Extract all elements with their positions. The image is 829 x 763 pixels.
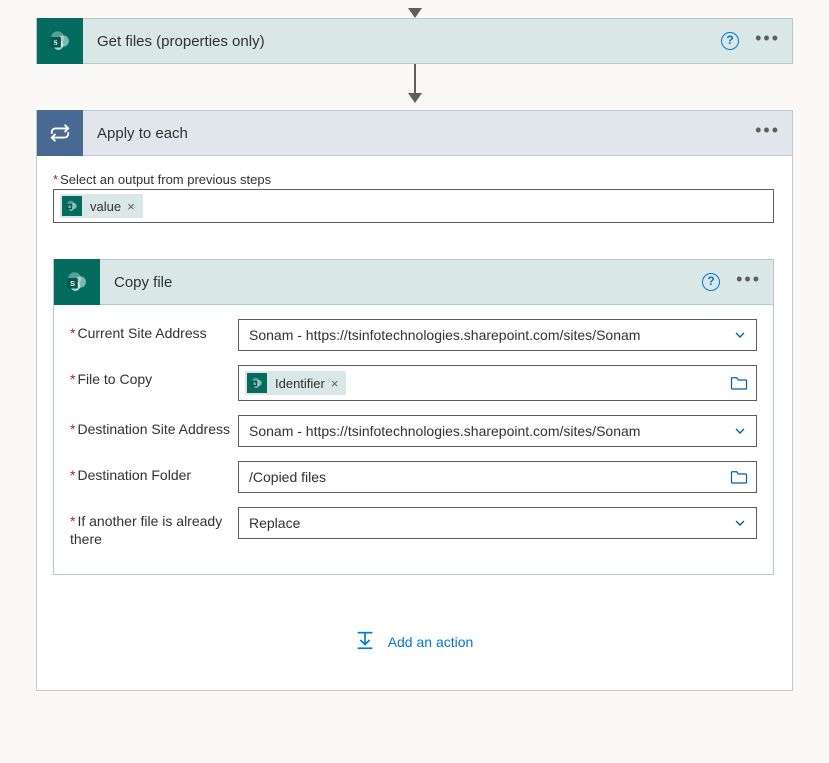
more-menu-icon[interactable]: ••• <box>755 121 780 145</box>
loop-icon <box>37 110 83 156</box>
help-icon[interactable]: ? <box>702 273 720 291</box>
add-action-label: Add an action <box>388 634 474 650</box>
action-copy-file-header[interactable]: S Copy file ? ••• <box>53 259 774 305</box>
value-dest-folder: /Copied files <box>249 469 326 485</box>
value-if-exists: Replace <box>249 515 300 531</box>
svg-text:S: S <box>54 38 58 47</box>
token-label: Identifier <box>275 376 325 391</box>
select-output-input[interactable]: S value × <box>53 189 774 223</box>
value-current-site: Sonam - https://tsinfotechnologies.share… <box>249 327 640 343</box>
token-value[interactable]: S value × <box>60 194 143 218</box>
folder-picker-icon[interactable] <box>730 375 748 391</box>
more-menu-icon[interactable]: ••• <box>755 29 780 53</box>
token-identifier[interactable]: S Identifier × <box>245 371 346 395</box>
action-get-files-header[interactable]: S Get files (properties only) ? ••• <box>36 18 793 64</box>
more-menu-icon[interactable]: ••• <box>736 270 761 294</box>
token-label: value <box>90 199 121 214</box>
label-if-exists: *If another file is already there <box>70 507 238 548</box>
connector-arrow <box>36 64 793 110</box>
select-output-label: *Select an output from previous steps <box>53 172 774 187</box>
sharepoint-icon: S <box>54 259 100 305</box>
label-current-site: *Current Site Address <box>70 319 238 343</box>
help-icon[interactable]: ? <box>721 32 739 50</box>
action-title: Copy file <box>100 274 702 291</box>
input-file-to-copy[interactable]: S Identifier × <box>238 365 757 401</box>
add-action-icon <box>354 629 376 654</box>
remove-token-icon[interactable]: × <box>331 376 339 391</box>
sharepoint-icon: S <box>62 196 82 216</box>
action-title: Get files (properties only) <box>83 33 721 50</box>
svg-text:S: S <box>68 204 71 209</box>
remove-token-icon[interactable]: × <box>127 199 135 214</box>
folder-picker-icon[interactable] <box>730 469 748 485</box>
label-dest-folder: *Destination Folder <box>70 461 238 485</box>
sharepoint-icon: S <box>247 373 267 393</box>
action-title: Apply to each <box>83 125 755 142</box>
chevron-down-icon[interactable] <box>732 423 748 439</box>
label-file-to-copy: *File to Copy <box>70 365 238 389</box>
input-if-exists[interactable]: Replace <box>238 507 757 539</box>
connector-arrow-top <box>36 8 793 18</box>
input-current-site[interactable]: Sonam - https://tsinfotechnologies.share… <box>238 319 757 351</box>
value-dest-site: Sonam - https://tsinfotechnologies.share… <box>249 423 640 439</box>
action-apply-to-each-header[interactable]: Apply to each ••• <box>36 110 793 156</box>
apply-to-each-body: *Select an output from previous steps S … <box>36 156 793 691</box>
input-dest-folder[interactable]: /Copied files <box>238 461 757 493</box>
add-action-button[interactable]: Add an action <box>354 629 474 654</box>
svg-text:S: S <box>253 381 256 386</box>
chevron-down-icon[interactable] <box>732 515 748 531</box>
label-dest-site: *Destination Site Address <box>70 415 238 439</box>
sharepoint-icon: S <box>37 18 83 64</box>
copy-file-body: *Current Site Address Sonam - https://ts… <box>53 305 774 575</box>
input-dest-site[interactable]: Sonam - https://tsinfotechnologies.share… <box>238 415 757 447</box>
action-copy-file: S Copy file ? ••• *Current Site Address … <box>53 259 774 575</box>
chevron-down-icon[interactable] <box>732 327 748 343</box>
svg-text:S: S <box>70 279 75 288</box>
